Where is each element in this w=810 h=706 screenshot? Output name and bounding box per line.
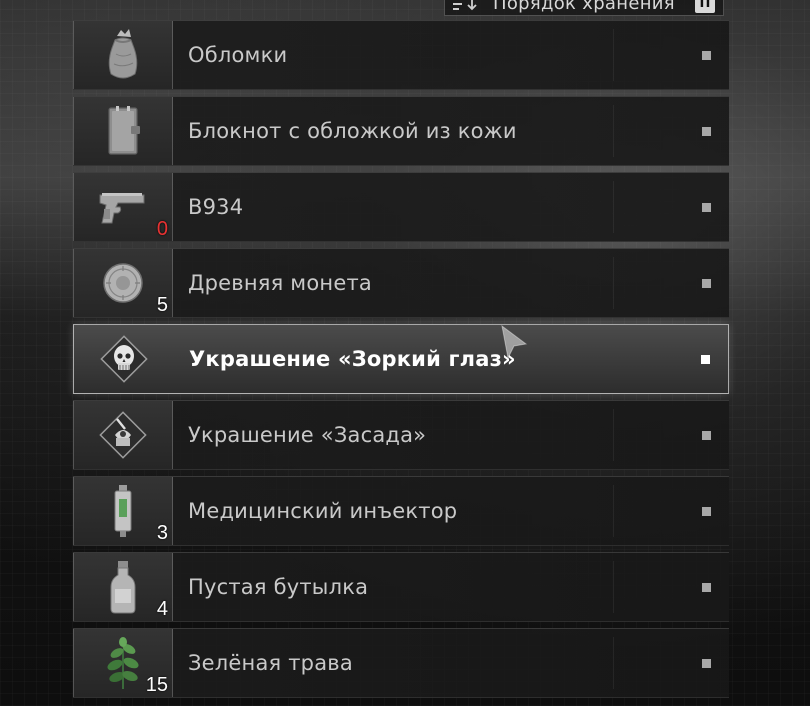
item-slot <box>74 325 174 393</box>
row-divider <box>613 181 614 233</box>
sort-key-hint: П <box>695 0 715 13</box>
item-name: Зелёная трава <box>188 651 353 675</box>
row-divider <box>613 561 614 613</box>
pistol-icon <box>93 177 153 237</box>
row-divider <box>613 29 614 81</box>
item-slot <box>73 401 173 469</box>
cursor-arrow-icon <box>500 324 530 360</box>
item-marker-icon <box>702 659 711 668</box>
list-item-green-herb[interactable]: 15 Зелёная трава <box>73 628 729 698</box>
item-name: B934 <box>188 195 244 219</box>
row-divider <box>613 409 614 461</box>
item-marker-icon <box>702 279 711 288</box>
item-slot <box>73 21 173 89</box>
list-item-ancient-coin[interactable]: 5 Древняя монета <box>73 248 729 318</box>
inventory-screen: Порядок хранения П Обломки Блокнот с обл… <box>0 0 810 706</box>
row-divider <box>613 637 614 689</box>
item-slot <box>73 97 173 165</box>
list-item-leather-notebook[interactable]: Блокнот с обложкой из кожи <box>73 96 729 166</box>
item-slot: 5 <box>73 249 173 317</box>
item-slot: 4 <box>73 553 173 621</box>
list-item-empty-bottle[interactable]: 4 Пустая бутылка <box>73 552 729 622</box>
item-name: Украшение «Зоркий глаз» <box>189 347 516 371</box>
list-item-ambush-charm[interactable]: Украшение «Засада» <box>73 400 729 470</box>
leather-notebook-icon <box>93 101 153 161</box>
item-name: Пустая бутылка <box>188 575 369 599</box>
item-marker-icon <box>702 203 711 212</box>
sort-lines-icon <box>451 0 481 12</box>
list-item-eagle-eye-charm[interactable]: Украшение «Зоркий глаз» <box>73 324 729 394</box>
row-divider <box>613 257 614 309</box>
green-herb-icon <box>93 633 153 693</box>
item-slot: 3 <box>73 477 173 545</box>
item-name: Блокнот с обложкой из кожи <box>188 119 517 143</box>
item-marker-icon <box>702 507 711 516</box>
list-item-medical-injector[interactable]: 3 Медицинский инъектор <box>73 476 729 546</box>
item-name: Древняя монета <box>188 271 372 295</box>
row-divider <box>613 485 614 537</box>
row-divider <box>613 105 614 157</box>
item-marker-icon <box>702 51 711 60</box>
item-marker-icon <box>702 431 711 440</box>
item-slot: 15 <box>73 629 173 697</box>
list-item-debris[interactable]: Обломки <box>73 20 729 90</box>
sort-storage-button[interactable]: Порядок хранения П <box>444 0 724 16</box>
item-count: 5 <box>156 294 168 316</box>
item-slot: 0 <box>73 173 173 241</box>
item-list: Обломки Блокнот с обложкой из кожи 0 B93… <box>73 20 729 704</box>
item-marker-icon <box>702 127 711 136</box>
item-count: 3 <box>156 522 168 544</box>
item-marker-icon <box>702 583 711 592</box>
skull-charm-icon <box>94 329 154 389</box>
item-name: Медицинский инъектор <box>188 499 458 523</box>
ancient-coin-icon <box>93 253 153 313</box>
debris-bag-icon <box>93 25 153 85</box>
item-name: Украшение «Засада» <box>188 423 427 447</box>
medical-injector-icon <box>93 481 153 541</box>
item-name: Обломки <box>188 43 288 67</box>
ammo-count: 0 <box>156 218 168 240</box>
ambush-charm-icon <box>93 405 153 465</box>
item-count: 4 <box>156 598 168 620</box>
empty-bottle-icon <box>93 557 153 617</box>
list-item-b934-pistol[interactable]: 0 B934 <box>73 172 729 242</box>
sort-storage-label: Порядок хранения <box>493 0 675 14</box>
item-count: 15 <box>145 674 168 696</box>
item-marker-icon <box>701 355 710 364</box>
